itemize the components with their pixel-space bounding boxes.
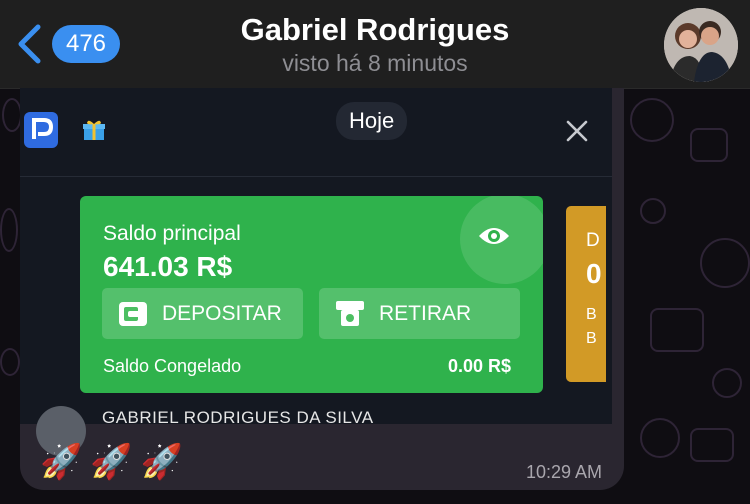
- main-balance-card[interactable]: Saldo principal 641.03 R$ DEPOSITAR RETI…: [80, 196, 543, 393]
- date-chip: Hoje: [336, 102, 408, 140]
- frozen-balance-value: 0.00 R$: [448, 356, 512, 376]
- account-name: GABRIEL RODRIGUES DA SILVA: [102, 408, 374, 427]
- atm-cash-icon: [336, 300, 364, 326]
- attached-screenshot[interactable]: Hoje Saldo principal 641.03 R$ DEPOSITAR: [20, 88, 612, 456]
- withdraw-label: RETIRAR: [379, 301, 472, 325]
- eye-icon[interactable]: [477, 224, 511, 248]
- secondary-card-text: B: [586, 330, 597, 347]
- main-balance-amount: 641.03 R$: [103, 251, 233, 282]
- frozen-balance-label: Saldo Congelado: [103, 356, 242, 376]
- message-timestamp: 10:29 AM: [525, 462, 602, 482]
- secondary-card-text: B: [586, 306, 597, 323]
- deposit-button[interactable]: DEPOSITAR: [102, 288, 303, 339]
- divider: [20, 176, 612, 177]
- gift-icon[interactable]: [82, 118, 106, 142]
- message-bubble[interactable]: Hoje Saldo principal 641.03 R$ DEPOSITAR: [20, 88, 624, 490]
- secondary-card-text: 0: [586, 258, 602, 289]
- message-text: 🚀🚀🚀: [40, 443, 192, 481]
- main-balance-label: Saldo principal: [103, 222, 241, 245]
- deposit-label: DEPOSITAR: [162, 301, 282, 325]
- secondary-balance-card[interactable]: D 0 B B: [566, 206, 606, 382]
- contact-avatar[interactable]: [664, 8, 738, 82]
- chat-header: 476 Gabriel Rodrigues visto há 8 minutos: [0, 0, 750, 89]
- secondary-card-text: D: [586, 230, 600, 251]
- contact-name[interactable]: Gabriel Rodrigues: [0, 12, 750, 48]
- wallet-icon: [119, 301, 147, 326]
- close-icon[interactable]: [565, 119, 589, 143]
- last-seen-status: visto há 8 minutos: [282, 50, 468, 76]
- app-logo-icon: [24, 112, 58, 148]
- withdraw-button[interactable]: RETIRAR: [319, 288, 520, 339]
